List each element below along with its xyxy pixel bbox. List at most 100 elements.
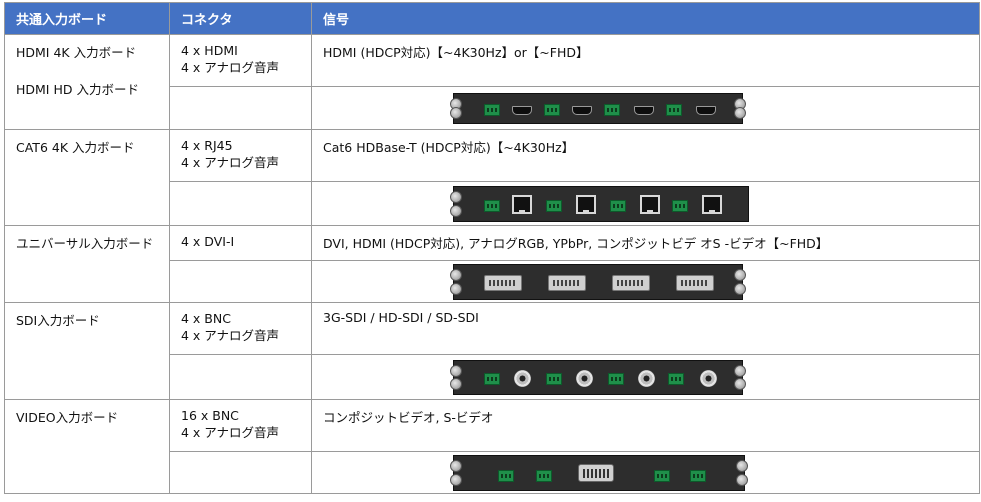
audio-terminal-icon (484, 200, 500, 212)
audio-terminal-icon (546, 200, 562, 212)
connector-line: 4 x BNC (181, 311, 231, 326)
hdmi-port-icon (696, 106, 716, 115)
connector-cell: 4 x RJ45 4 x アナログ音声 (169, 129, 312, 182)
audio-terminal-icon (608, 373, 624, 385)
connector-line: 4 x アナログ音声 (181, 425, 280, 440)
screw-icon (734, 378, 746, 390)
audio-terminal-icon (546, 373, 562, 385)
connector-cell: 4 x DVI-I (169, 225, 312, 261)
header-row: 共通入力ボード コネクタ 信号 (4, 2, 980, 35)
connector-line: 4 x RJ45 (181, 138, 233, 153)
connector-line: 4 x DVI-I (181, 234, 235, 249)
hdmi-port-icon (572, 106, 592, 115)
board-name: SDI入力ボード (16, 313, 100, 328)
board-name-cell: HDMI 4K 入力ボード HDMI HD 入力ボード (4, 34, 170, 130)
board-name: VIDEO入力ボード (16, 410, 119, 425)
board-name: CAT6 4K 入力ボード (16, 140, 135, 155)
image-spacer (169, 451, 312, 494)
screw-icon (450, 191, 462, 203)
hdmi-port-icon (512, 106, 532, 115)
board-image-cell (311, 86, 980, 130)
rj45-port-icon (512, 195, 532, 214)
header-signal: 信号 (311, 2, 980, 35)
audio-terminal-icon (668, 373, 684, 385)
sdi-board-image (450, 360, 746, 395)
image-spacer (169, 86, 312, 130)
board-name-secondary: HDMI HD 入力ボード (16, 82, 139, 97)
image-spacer (169, 181, 312, 226)
connector-cell: 4 x HDMI 4 x アナログ音声 (169, 34, 312, 87)
audio-terminal-icon (666, 104, 682, 116)
board-name: ユニバーサル入力ボード (16, 236, 154, 251)
connector-line: 4 x HDMI (181, 43, 238, 58)
screw-icon (450, 378, 462, 390)
table-row: ユニバーサル入力ボード 4 x DVI-I DVI, HDMI (HDCP対応)… (4, 225, 980, 303)
audio-terminal-icon (498, 470, 514, 482)
connector-line: 16 x BNC (181, 408, 239, 423)
rj45-port-icon (702, 195, 722, 214)
signal-text: コンポジットビデオ, S-ビデオ (323, 410, 494, 425)
signal-cell: HDMI (HDCP対応)【~4K30Hz】or【~FHD】 (311, 34, 980, 87)
board-name-cell: SDI入力ボード (4, 302, 170, 400)
bnc-port-icon (514, 370, 531, 387)
screw-icon (450, 269, 462, 281)
screw-icon (734, 283, 746, 295)
image-spacer (169, 260, 312, 303)
board-image-cell (311, 451, 980, 494)
bnc-port-icon (638, 370, 655, 387)
hdmi-port-icon (634, 106, 654, 115)
rj45-port-icon (576, 195, 596, 214)
table-row: HDMI 4K 入力ボード HDMI HD 入力ボード 4 x HDMI 4 x… (4, 34, 980, 130)
screw-icon (450, 474, 462, 486)
signal-cell: コンポジットビデオ, S-ビデオ (311, 399, 980, 452)
audio-terminal-icon (484, 373, 500, 385)
board-name-cell: VIDEO入力ボード (4, 399, 170, 494)
audio-terminal-icon (484, 104, 500, 116)
multi-pin-port-icon (578, 464, 614, 482)
screw-icon (450, 107, 462, 119)
audio-terminal-icon (544, 104, 560, 116)
screw-icon (734, 107, 746, 119)
video-board-image (450, 455, 748, 491)
dvi-port-icon (676, 275, 714, 291)
signal-cell: Cat6 HDBase-T (HDCP対応)【~4K30Hz】 (311, 129, 980, 182)
dvi-port-icon (484, 275, 522, 291)
input-board-table: 共通入力ボード コネクタ 信号 HDMI 4K 入力ボード HDMI HD 入力… (4, 2, 980, 494)
screw-icon (450, 283, 462, 295)
image-spacer (169, 354, 312, 400)
header-connector: コネクタ (169, 2, 312, 35)
universal-board-image (450, 264, 746, 300)
dvi-port-icon (548, 275, 586, 291)
signal-cell: DVI, HDMI (HDCP対応), アナログRGB, YPbPr, コンポジ… (311, 225, 980, 261)
connector-line: 4 x アナログ音声 (181, 328, 280, 343)
connector-cell: 16 x BNC 4 x アナログ音声 (169, 399, 312, 452)
connector-line: 4 x アナログ音声 (181, 155, 280, 170)
audio-terminal-icon (610, 200, 626, 212)
signal-text: DVI, HDMI (HDCP対応), アナログRGB, YPbPr, コンポジ… (323, 236, 829, 251)
dvi-port-icon (612, 275, 650, 291)
audio-terminal-icon (604, 104, 620, 116)
table-row: SDI入力ボード 4 x BNC 4 x アナログ音声 3G-SDI / HD-… (4, 302, 980, 400)
cat6-board-image (450, 186, 749, 222)
board-name-cell: CAT6 4K 入力ボード (4, 129, 170, 226)
bnc-port-icon (700, 370, 717, 387)
screw-icon (450, 460, 462, 472)
screw-icon (736, 460, 748, 472)
audio-terminal-icon (672, 200, 688, 212)
table-row: VIDEO入力ボード 16 x BNC 4 x アナログ音声 コンポジットビデオ… (4, 399, 980, 494)
audio-terminal-icon (690, 470, 706, 482)
board-name: HDMI 4K 入力ボード (16, 45, 137, 60)
board-image-cell (311, 181, 980, 226)
audio-terminal-icon (536, 470, 552, 482)
connector-cell: 4 x BNC 4 x アナログ音声 (169, 302, 312, 355)
screw-icon (736, 474, 748, 486)
audio-terminal-icon (654, 470, 670, 482)
screw-icon (734, 269, 746, 281)
screw-icon (734, 365, 746, 377)
signal-cell: 3G-SDI / HD-SDI / SD-SDI (311, 302, 980, 355)
hdmi-board-image (450, 93, 746, 124)
signal-text: HDMI (HDCP対応)【~4K30Hz】or【~FHD】 (323, 45, 589, 60)
rj45-port-icon (640, 195, 660, 214)
screw-icon (450, 365, 462, 377)
screw-icon (450, 205, 462, 217)
